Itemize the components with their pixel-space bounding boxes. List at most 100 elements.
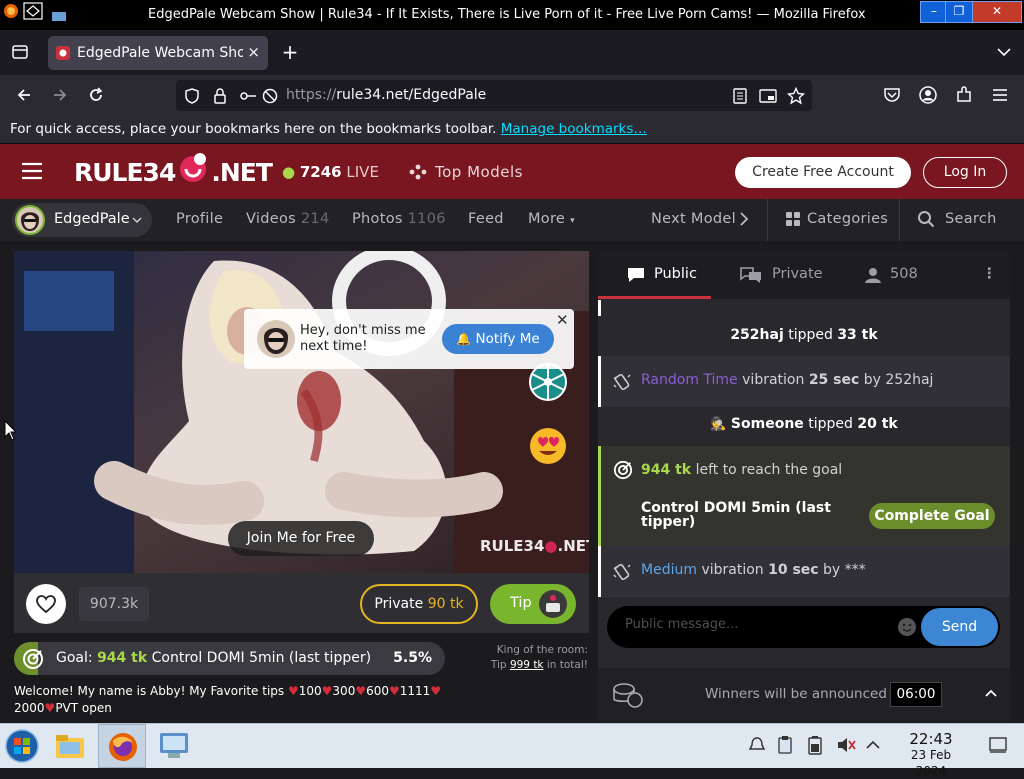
viewer-count[interactable]: 508 (890, 266, 918, 282)
next-model-link[interactable]: Next Model (651, 211, 736, 227)
tab-edgedpale[interactable]: EdgedPale Webcam Show × (48, 36, 268, 70)
bookmarks-toolbar: For quick access, place your bookmarks h… (0, 115, 1024, 144)
start-button[interactable] (4, 728, 40, 764)
account-icon[interactable] (916, 83, 940, 107)
live-count-number: 7246 (299, 163, 342, 181)
tip-amount: 300 (332, 684, 356, 698)
photos-link[interactable]: Photos 1106 (352, 211, 446, 227)
extensions-icon[interactable] (952, 83, 976, 107)
system-clock[interactable]: 22:43 23 Feb 2024 (895, 731, 967, 779)
vibration-icon (613, 563, 631, 581)
maximize-button[interactable]: ❐ (945, 1, 973, 23)
notify-popup: Hey, don't miss me next time! 🔔 Notify M… (244, 309, 574, 369)
videos-link[interactable]: Videos 214 (246, 211, 329, 227)
join-free-button[interactable]: Join Me for Free (228, 521, 374, 556)
lock-icon[interactable] (208, 84, 232, 108)
show-desktop-icon[interactable] (989, 737, 1007, 753)
battery-icon[interactable] (806, 735, 824, 755)
tab-public[interactable]: Public (654, 266, 697, 282)
heart-eyes-emoji-icon[interactable] (528, 426, 568, 466)
pocket-icon[interactable] (880, 83, 904, 107)
chevron-up-icon[interactable] (866, 740, 880, 750)
goal-remaining: 944 tk (641, 462, 692, 478)
list-all-tabs-icon[interactable] (992, 40, 1016, 64)
winners-bar: Winners will be announced in 06:00 (598, 668, 1010, 721)
login-button[interactable]: Log In (923, 157, 1007, 188)
send-button[interactable]: Send (921, 608, 998, 646)
emoji-icon[interactable] (897, 617, 917, 637)
goal-prefix: Goal: (56, 650, 93, 666)
autoplay-blocked-icon[interactable] (258, 84, 282, 108)
forward-icon[interactable] (48, 83, 72, 107)
chat-user[interactable]: 252haj (730, 327, 783, 343)
chat-user[interactable]: 252haj (885, 372, 933, 388)
private-chat-icon (740, 267, 761, 283)
goal-description: Control DOMI 5min (last tipper) (151, 650, 372, 666)
live-count[interactable]: ● 7246 LIVE (282, 163, 379, 181)
url-bar[interactable]: https://rule34.net/EdgedPale (176, 80, 812, 111)
network-app-icon[interactable] (158, 731, 190, 761)
chat-options-icon[interactable]: ⋮ (982, 266, 997, 282)
close-tab-icon[interactable]: × (247, 43, 260, 61)
notification-icon[interactable] (748, 736, 766, 754)
more-dropdown[interactable]: More ▾ (528, 211, 575, 227)
tab-private[interactable]: Private (772, 266, 823, 282)
back-icon[interactable] (12, 83, 36, 107)
complete-goal-button[interactable]: Complete Goal (869, 503, 995, 529)
categories-link[interactable]: Categories (807, 211, 888, 227)
new-tab-button[interactable]: + (278, 40, 302, 64)
notify-me-button[interactable]: 🔔 Notify Me (442, 324, 554, 354)
more-label: More (528, 211, 566, 227)
shield-icon[interactable] (180, 84, 204, 108)
goal-text: Goal: 944 tk Control DOMI 5min (last tip… (56, 650, 371, 666)
url-text: https://rule34.net/EdgedPale (286, 87, 487, 103)
chat-message-input[interactable] (625, 617, 885, 632)
mouse-cursor-icon (4, 420, 18, 441)
tip-amount: 100 (298, 684, 322, 698)
chat-amount: 33 tk (837, 327, 878, 343)
king-label: King of the room: (496, 644, 588, 656)
notify-text: Hey, don't miss me next time! (300, 323, 426, 354)
feed-link[interactable]: Feed (468, 211, 504, 227)
close-popup-icon[interactable]: ✕ (556, 311, 569, 329)
king-tip-value[interactable]: 999 tk (510, 659, 544, 671)
manage-bookmarks-link[interactable]: Manage bookmarks… (501, 121, 647, 137)
site-logo[interactable]: RULE34 .NET (74, 153, 273, 189)
window-title-bar: EdgedPale Webcam Show | Rule34 - If It E… (0, 0, 1024, 30)
videos-label: Videos (246, 211, 296, 227)
create-account-button[interactable]: Create Free Account (735, 157, 911, 188)
goal-remaining-text: left to reach the goal (695, 462, 843, 478)
private-show-button[interactable]: Private 90 tk (360, 584, 478, 624)
chat-action: vibration (742, 372, 805, 388)
firefox-taskbar-item[interactable] (98, 724, 146, 768)
bookmarks-hint: For quick access, place your bookmarks h… (10, 121, 647, 137)
menu-hamburger-icon[interactable] (988, 83, 1012, 107)
picture-in-picture-icon[interactable] (756, 84, 780, 108)
site-menu-icon[interactable] (20, 159, 44, 183)
live-label: LIVE (346, 163, 379, 181)
permissions-icon[interactable] (236, 84, 260, 108)
chevron-up-icon[interactable] (985, 689, 997, 697)
tip-amount: 600 (366, 684, 389, 698)
like-button[interactable] (26, 584, 66, 624)
model-selector[interactable]: EdgedPale (12, 203, 152, 237)
file-explorer-icon[interactable] (54, 730, 86, 762)
king-tip-suffix: in total! (546, 659, 588, 671)
logo-text-left: RULE34 (74, 158, 176, 187)
tab-list-icon[interactable] (8, 40, 32, 64)
vibration-level: Random Time (641, 372, 738, 388)
close-window-button[interactable]: ✕ (972, 1, 1022, 23)
search-link[interactable]: Search (945, 211, 997, 227)
volume-muted-icon[interactable] (836, 736, 856, 754)
profile-link[interactable]: Profile (176, 211, 223, 227)
chevron-right-icon (740, 212, 749, 226)
desktop-icons-strip (4, 2, 66, 21)
minimize-button[interactable]: – (920, 1, 948, 23)
clipboard-icon[interactable] (776, 735, 794, 755)
reload-icon[interactable] (84, 83, 108, 107)
reader-view-icon[interactable] (728, 84, 752, 108)
heart-icon: ♥ (321, 684, 333, 698)
bookmark-star-icon[interactable] (784, 84, 808, 108)
tip-button[interactable]: Tip (490, 584, 576, 624)
top-models-link[interactable]: Top Models (435, 163, 523, 181)
